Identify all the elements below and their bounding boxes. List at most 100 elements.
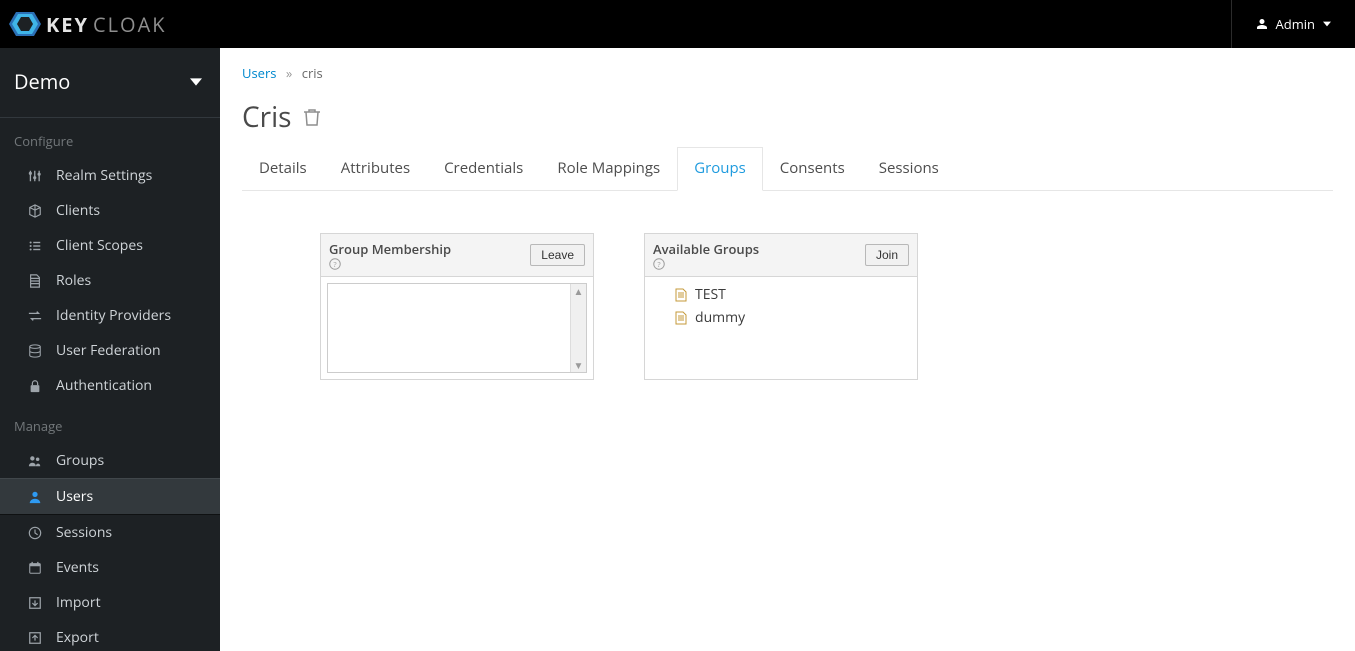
sidebar-item-client-scopes[interactable]: Client Scopes: [0, 228, 220, 263]
sidebar-item-label: Realm Settings: [56, 166, 152, 185]
sidebar-item-label: Client Scopes: [56, 236, 143, 255]
sidebar-item-clients[interactable]: Clients: [0, 193, 220, 228]
sidebar-item-authentication[interactable]: Authentication: [0, 368, 220, 403]
sidebar-item-events[interactable]: Events: [0, 550, 220, 585]
sidebar-item-label: User Federation: [56, 341, 161, 360]
group-panels: Group Membership ? Leave ▲ ▼: [220, 191, 1355, 402]
leave-button[interactable]: Leave: [530, 244, 585, 266]
brand-text-light: CLOAK: [93, 11, 167, 38]
user-menu-label: Admin: [1276, 15, 1315, 33]
join-button[interactable]: Join: [865, 244, 909, 266]
membership-listbox[interactable]: ▲ ▼: [327, 283, 587, 373]
list-icon: [28, 239, 42, 253]
scroll-up-icon: ▲: [574, 284, 584, 298]
group-tree-item[interactable]: dummy: [651, 306, 911, 329]
file-icon: [675, 311, 689, 325]
chevron-down-icon: [1323, 20, 1331, 28]
sidebar-item-label: Users: [56, 487, 93, 506]
clock-icon: [28, 526, 42, 540]
sidebar-item-user-federation[interactable]: User Federation: [0, 333, 220, 368]
user-icon: [28, 490, 42, 504]
chevron-down-icon: [190, 78, 202, 86]
sidebar-item-label: Roles: [56, 271, 91, 290]
brand-text-bold: KEY: [46, 11, 89, 38]
tab-label: Consents: [780, 158, 845, 178]
main-content: Users » cris Cris Details Attributes Cre…: [220, 48, 1355, 651]
realm-selector[interactable]: Demo: [0, 48, 220, 118]
tab-label: Details: [259, 158, 307, 178]
exchange-icon: [28, 309, 42, 323]
sidebar-item-label: Identity Providers: [56, 306, 171, 325]
breadcrumb-separator: »: [286, 64, 292, 82]
user-menu[interactable]: Admin: [1231, 0, 1355, 48]
export-icon: [28, 631, 42, 645]
tabs: Details Attributes Credentials Role Mapp…: [242, 146, 1333, 191]
panel-header: Group Membership ? Leave: [321, 234, 593, 277]
tab-label: Attributes: [341, 158, 410, 178]
group-tree-item[interactable]: TEST: [651, 283, 911, 306]
tab-credentials[interactable]: Credentials: [427, 147, 540, 191]
user-icon: [1256, 18, 1268, 30]
sidebar: Demo Configure Realm Settings Clients Cl…: [0, 48, 220, 651]
tab-label: Groups: [694, 158, 746, 178]
cube-icon: [28, 204, 42, 218]
delete-button[interactable]: [304, 108, 320, 126]
page-title-text: Cris: [242, 98, 292, 136]
tab-label: Sessions: [879, 158, 939, 178]
section-manage-title: Manage: [0, 403, 220, 443]
file-icon: [28, 274, 42, 288]
sidebar-item-import[interactable]: Import: [0, 585, 220, 620]
scroll-down-icon: ▼: [574, 358, 584, 372]
sidebar-item-label: Import: [56, 593, 101, 612]
available-groups-panel: Available Groups ? Join TEST dummy: [644, 233, 918, 380]
sidebar-item-label: Authentication: [56, 376, 152, 395]
tab-attributes[interactable]: Attributes: [324, 147, 427, 191]
tab-details[interactable]: Details: [242, 147, 324, 191]
sidebar-item-label: Sessions: [56, 523, 112, 542]
tab-label: Role Mappings: [557, 158, 660, 178]
sidebar-item-export[interactable]: Export: [0, 620, 220, 651]
import-icon: [28, 596, 42, 610]
realm-name: Demo: [14, 68, 70, 95]
sidebar-item-users[interactable]: Users: [0, 478, 220, 515]
tab-label: Credentials: [444, 158, 523, 178]
tab-role-mappings[interactable]: Role Mappings: [540, 147, 677, 191]
section-configure-title: Configure: [0, 118, 220, 158]
sidebar-item-sessions[interactable]: Sessions: [0, 515, 220, 550]
breadcrumb-parent[interactable]: Users: [242, 64, 276, 82]
scrollbar[interactable]: ▲ ▼: [570, 284, 586, 372]
users-icon: [28, 454, 42, 468]
sidebar-item-groups[interactable]: Groups: [0, 443, 220, 478]
sliders-icon: [28, 169, 42, 183]
tab-consents[interactable]: Consents: [763, 147, 862, 191]
trash-icon: [304, 108, 320, 126]
group-label: TEST: [695, 285, 726, 304]
help-icon[interactable]: ?: [329, 258, 455, 270]
panel-title: Available Groups: [653, 240, 759, 258]
help-icon[interactable]: ?: [653, 258, 763, 270]
sidebar-item-label: Export: [56, 628, 99, 647]
tab-sessions[interactable]: Sessions: [862, 147, 956, 191]
breadcrumb: Users » cris: [220, 48, 1355, 90]
sidebar-item-identity-providers[interactable]: Identity Providers: [0, 298, 220, 333]
sidebar-item-roles[interactable]: Roles: [0, 263, 220, 298]
calendar-icon: [28, 561, 42, 575]
tab-groups[interactable]: Groups: [677, 147, 763, 191]
sidebar-item-label: Clients: [56, 201, 100, 220]
keycloak-logo-icon: [8, 10, 42, 38]
panel-title: Group Membership: [329, 240, 451, 258]
sidebar-item-label: Events: [56, 558, 99, 577]
group-membership-panel: Group Membership ? Leave ▲ ▼: [320, 233, 594, 380]
breadcrumb-current: cris: [302, 64, 323, 82]
file-icon: [675, 288, 689, 302]
topbar: KEYCLOAK Admin: [0, 0, 1355, 48]
page-title: Cris: [220, 90, 1355, 146]
sidebar-item-realm-settings[interactable]: Realm Settings: [0, 158, 220, 193]
sidebar-item-label: Groups: [56, 451, 104, 470]
database-icon: [28, 344, 42, 358]
available-groups-list: TEST dummy: [645, 277, 917, 367]
group-label: dummy: [695, 308, 745, 327]
panel-header: Available Groups ? Join: [645, 234, 917, 277]
brand-logo[interactable]: KEYCLOAK: [8, 10, 166, 38]
lock-icon: [28, 379, 42, 393]
